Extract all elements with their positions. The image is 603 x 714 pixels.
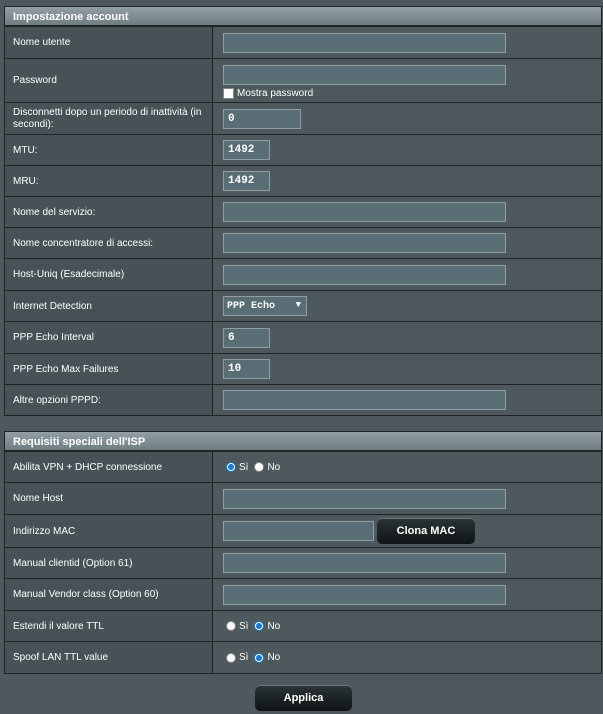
echo-interval-label: PPP Echo Interval [4, 321, 213, 354]
section-title-account: Impostazione account [4, 6, 602, 26]
show-password-label: Mostra password [237, 87, 314, 99]
idle-timeout-label: Disconnetti dopo un periodo di inattivit… [4, 102, 213, 135]
extend-ttl-yes-radio[interactable] [226, 621, 236, 631]
vendor-class-input[interactable] [223, 584, 506, 605]
password-label: Password [4, 58, 213, 103]
mru-label: MRU: [4, 165, 213, 197]
extend-ttl-yes-label: Sì [239, 620, 249, 632]
spoof-ttl-no-label: No [267, 652, 281, 663]
spoof-ttl-no-radio[interactable] [254, 652, 265, 663]
chevron-down-icon: ▼ [295, 300, 301, 310]
internet-detection-label: Internet Detection [4, 290, 213, 322]
section-title-isp: Requisiti speciali dell'ISP [4, 431, 602, 451]
extend-ttl-no-radio[interactable] [254, 621, 265, 631]
manual-clientid-label: Manual clientid (Option 61) [4, 547, 213, 579]
spoof-ttl-label: Spoof LAN TTL value [4, 641, 213, 674]
service-name-input[interactable] [223, 202, 506, 222]
echo-max-failures-label: PPP Echo Max Failures [4, 353, 213, 385]
isp-requirements-panel: Requisiti speciali dell'ISP Abilita VPN … [4, 431, 602, 674]
ac-name-input[interactable] [223, 233, 506, 253]
vpn-dhcp-no-label: No [267, 461, 281, 473]
manual-clientid-input[interactable] [223, 553, 506, 573]
internet-detection-value: PPP Echo [227, 300, 276, 312]
host-uniq-input[interactable] [223, 264, 506, 285]
clone-mac-button[interactable]: Clona MAC [377, 518, 475, 544]
mac-address-label: Indirizzo MAC [4, 514, 213, 548]
pppd-options-label: Altre opzioni PPPD: [4, 384, 213, 416]
account-settings-panel: Impostazione account Nome utente Passwor… [4, 6, 602, 416]
idle-timeout-input[interactable] [223, 108, 301, 129]
mac-address-input[interactable] [223, 521, 374, 541]
username-input[interactable] [223, 32, 506, 53]
hostname-input[interactable] [223, 488, 506, 509]
username-label: Nome utente [4, 26, 213, 59]
service-name-label: Nome del servizio: [4, 196, 213, 228]
mtu-input[interactable] [223, 140, 270, 160]
spoof-ttl-yes-label: Sì [239, 652, 249, 663]
echo-max-failures-input[interactable] [223, 359, 270, 379]
vpn-dhcp-yes-label: Sì [239, 461, 249, 473]
host-uniq-label: Host-Uniq (Esadecimale) [4, 258, 213, 291]
show-password-checkbox[interactable] [223, 87, 234, 99]
vendor-class-label: Manual Vendor class (Option 60) [4, 578, 213, 611]
vpn-dhcp-label: Abilita VPN + DHCP connessione [4, 451, 213, 483]
mru-input[interactable] [223, 171, 270, 191]
pppd-options-input[interactable] [223, 390, 506, 410]
apply-button[interactable]: Applica [255, 685, 352, 711]
hostname-label: Nome Host [4, 482, 213, 515]
ac-name-label: Nome concentratore di accessi: [4, 227, 213, 259]
mtu-label: MTU: [4, 134, 213, 166]
internet-detection-select[interactable]: PPP Echo ▼ [223, 296, 307, 316]
extend-ttl-label: Estendi il valore TTL [4, 610, 213, 642]
extend-ttl-no-label: No [267, 620, 281, 632]
password-input[interactable] [223, 64, 506, 85]
spoof-ttl-yes-radio[interactable] [226, 652, 236, 663]
vpn-dhcp-yes-radio[interactable] [226, 462, 236, 472]
echo-interval-input[interactable] [223, 327, 270, 348]
vpn-dhcp-no-radio[interactable] [254, 462, 265, 472]
